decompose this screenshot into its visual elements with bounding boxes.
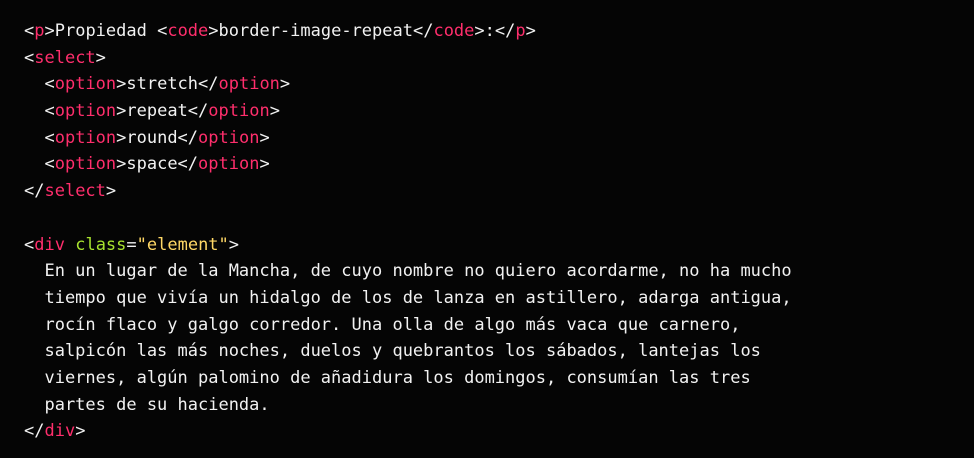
- code-text: <: [24, 47, 35, 68]
- code-line: <option>stretch</option>: [24, 71, 974, 98]
- code-text: >: [105, 181, 117, 202]
- code-line: <option>round</option>: [24, 125, 974, 152]
- code-text: <: [24, 234, 35, 255]
- code-tag-name: option: [198, 154, 260, 175]
- code-tag-name: select: [44, 181, 106, 202]
- code-text: >: [95, 47, 106, 68]
- code-tag-name: div: [34, 234, 65, 255]
- code-tag-name: code: [167, 21, 209, 41]
- code-tag-name: p: [515, 21, 526, 41]
- code-text: >space</: [116, 154, 199, 175]
- code-text: <: [24, 101, 55, 122]
- code-line: rocín flaco y galgo corredor. Una olla d…: [24, 312, 974, 339]
- code-line: partes de su hacienda.: [24, 392, 974, 419]
- code-tag-name: option: [54, 127, 117, 148]
- code-line: <div class="element">: [24, 232, 974, 259]
- code-tag-name: div: [44, 421, 76, 442]
- code-text: <: [24, 154, 55, 175]
- code-text: <: [24, 127, 55, 148]
- code-tag-name: option: [198, 127, 260, 148]
- code-line: viernes, algún palomino de añadidura los…: [24, 365, 974, 392]
- code-text: >: [228, 234, 240, 255]
- code-text: </: [24, 421, 45, 442]
- code-tag-name: select: [34, 47, 96, 68]
- code-line: <option>space</option>: [24, 151, 974, 178]
- code-tag-name: code: [433, 21, 475, 41]
- code-line: <option>repeat</option>: [24, 98, 974, 125]
- code-text: >: [259, 154, 270, 175]
- code-tag-name: option: [208, 101, 270, 122]
- code-line: <p>Propiedad <code>border-image-repeat</…: [24, 18, 974, 45]
- code-text: tiempo que vivía un hidalgo de los de la…: [24, 287, 792, 308]
- code-text: viernes, algún palomino de añadidura los…: [24, 367, 751, 388]
- code-text: >: [259, 127, 270, 148]
- code-tag-name: option: [54, 154, 117, 175]
- code-text: >repeat</: [116, 101, 209, 122]
- code-tag-name: option: [54, 74, 117, 95]
- code-text: salpicón las más noches, duelos y quebra…: [24, 341, 761, 362]
- code-line: salpicón las más noches, duelos y quebra…: [24, 338, 974, 365]
- code-line: En un lugar de la Mancha, de cuyo nombre…: [24, 258, 974, 285]
- code-text: En un lugar de la Mancha, de cuyo nombre…: [24, 261, 792, 282]
- code-text: >:</: [474, 21, 516, 41]
- code-text: <: [24, 21, 35, 41]
- code-text: >: [75, 421, 86, 442]
- code-line: tiempo que vivía un hidalgo de los de la…: [24, 285, 974, 312]
- code-tag-name: option: [218, 74, 280, 95]
- code-line: </div>: [24, 418, 974, 445]
- code-tag-name: option: [54, 101, 117, 122]
- code-block: <p>Propiedad <code>border-image-repeat</…: [0, 0, 974, 458]
- code-text: <: [24, 74, 55, 95]
- code-attribute-name: class: [75, 234, 127, 255]
- code-tag-name: p: [34, 21, 45, 41]
- code-text: >round</: [116, 127, 199, 148]
- code-line: </select>: [24, 178, 974, 205]
- code-text: >: [525, 21, 536, 41]
- code-text: rocín flaco y galgo corredor. Una olla d…: [24, 314, 741, 335]
- code-text: >: [269, 101, 280, 122]
- code-line: <select>: [24, 45, 974, 72]
- code-text: >border-image-repeat</: [208, 21, 434, 41]
- code-text: >Propiedad <: [44, 21, 168, 41]
- code-text: </: [24, 181, 45, 202]
- code-text: =: [126, 234, 137, 255]
- code-text: partes de su hacienda.: [24, 394, 270, 415]
- code-text: >: [279, 74, 291, 95]
- code-string-value: "element": [136, 234, 229, 255]
- code-text: >stretch</: [116, 74, 219, 95]
